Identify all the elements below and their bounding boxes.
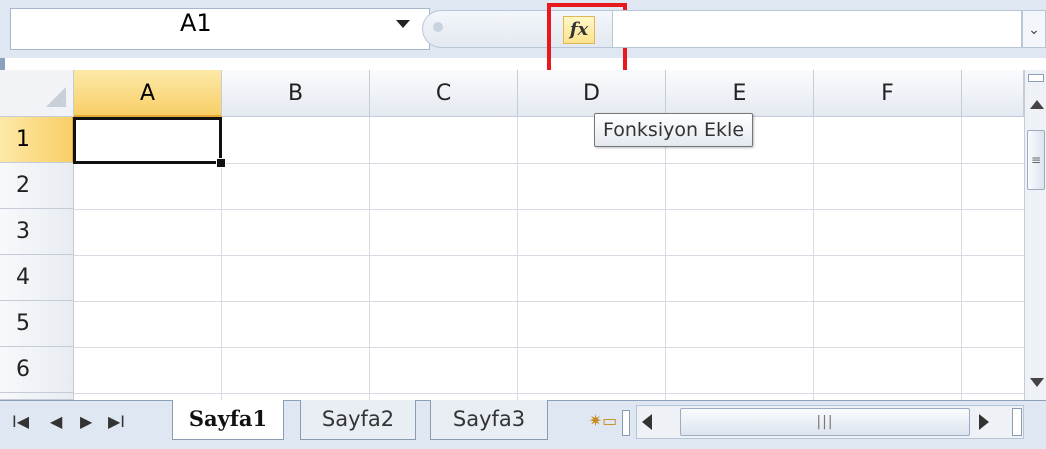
name-box-value: A1 [180, 9, 212, 37]
vertical-scrollbar[interactable] [1024, 70, 1046, 400]
column-header-g-partial[interactable] [962, 70, 1024, 117]
column-header-f[interactable]: F [814, 70, 962, 117]
scroll-down-icon[interactable] [1030, 378, 1044, 387]
column-header-d[interactable]: D [518, 70, 666, 117]
gridline [665, 117, 666, 400]
gridline [74, 209, 1024, 210]
gridline [74, 347, 1024, 348]
horizontal-split-handle[interactable] [1012, 408, 1022, 436]
splitter-handle-icon [433, 22, 443, 32]
row-header-1[interactable]: 1 [0, 117, 74, 163]
row-header-2[interactable]: 2 [0, 163, 74, 209]
first-sheet-icon[interactable]: I◀ [12, 412, 29, 431]
row-header-6[interactable]: 6 [0, 347, 74, 393]
tab-split-handle[interactable] [622, 410, 630, 436]
row-header-7-partial [0, 393, 74, 400]
column-header-c[interactable]: C [370, 70, 518, 117]
select-all-triangle-icon [46, 87, 66, 107]
tab-sayfa2[interactable]: Sayfa2 [300, 400, 416, 440]
expand-formula-bar-button[interactable]: ⌄ [1022, 10, 1046, 48]
column-header-b[interactable]: B [222, 70, 370, 117]
gridline [74, 255, 1024, 256]
tab-sayfa1[interactable]: Sayfa1 [172, 400, 284, 440]
active-cell-a1[interactable] [73, 117, 222, 164]
formula-input[interactable] [612, 10, 1022, 48]
gridline [961, 117, 962, 400]
gridline [369, 117, 370, 400]
horizontal-scroll-thumb[interactable]: ||| [680, 408, 970, 436]
gridline [517, 117, 518, 400]
last-sheet-icon[interactable]: ▶I [108, 412, 125, 431]
name-box[interactable] [10, 8, 430, 50]
row-header-5[interactable]: 5 [0, 301, 74, 347]
gridline [813, 117, 814, 400]
vertical-scroll-thumb[interactable]: ≡ [1027, 130, 1045, 190]
gridline [74, 393, 1024, 394]
row-header-4[interactable]: 4 [0, 255, 74, 301]
next-sheet-icon[interactable]: ▶ [80, 412, 92, 431]
fill-handle[interactable] [216, 158, 226, 168]
name-box-dropdown-icon[interactable] [396, 20, 410, 28]
insert-sheet-icon[interactable]: ✷▭ [586, 408, 620, 436]
vertical-split-handle[interactable] [1028, 74, 1044, 82]
gridline [74, 301, 1024, 302]
scroll-up-icon[interactable] [1030, 100, 1044, 109]
column-header-a[interactable]: A [74, 70, 222, 117]
scroll-right-icon[interactable] [979, 414, 989, 430]
row-header-3[interactable]: 3 [0, 209, 74, 255]
column-header-e[interactable]: E [666, 70, 814, 117]
prev-sheet-icon[interactable]: ◀ [50, 412, 62, 431]
scroll-left-icon[interactable] [642, 414, 652, 430]
insert-function-tooltip: Fonksiyon Ekle [594, 113, 754, 147]
tab-sayfa3[interactable]: Sayfa3 [430, 400, 548, 440]
